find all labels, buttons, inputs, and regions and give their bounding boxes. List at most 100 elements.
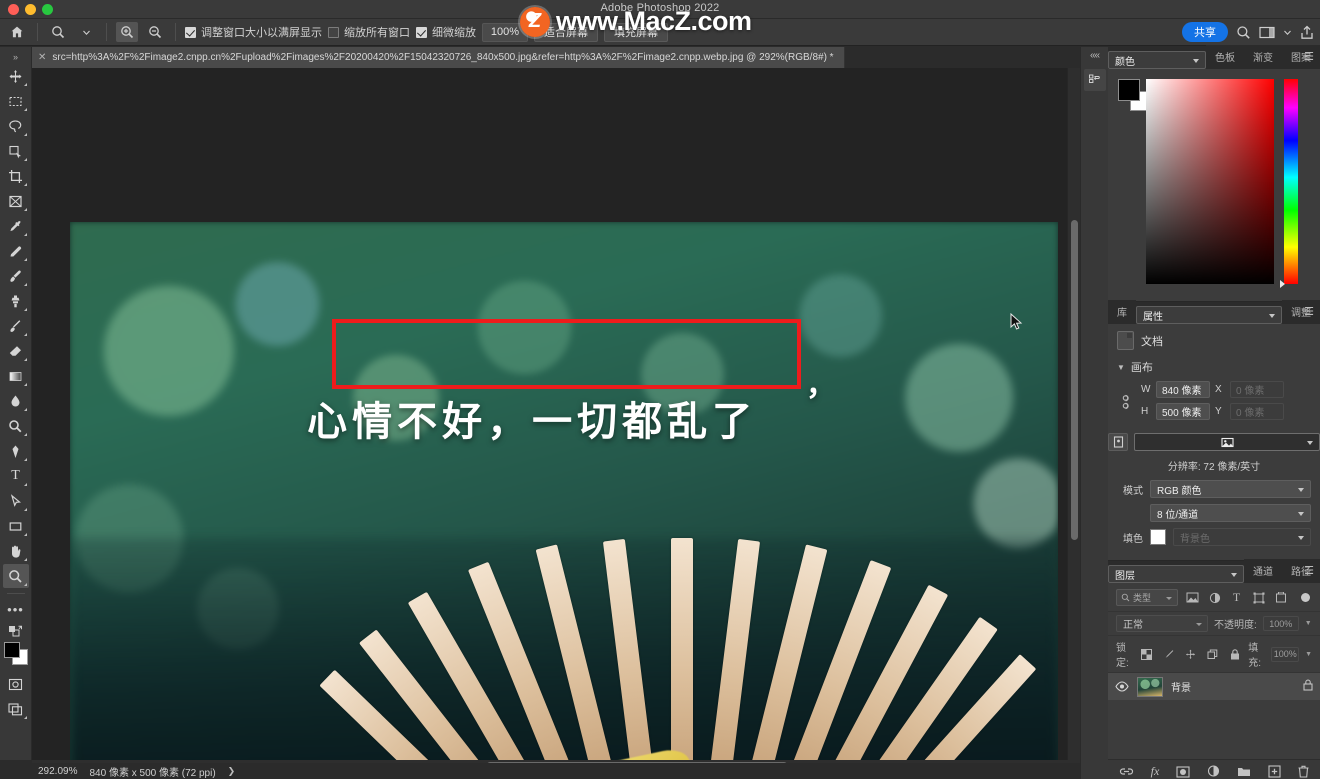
foreground-color-swatch[interactable] (3, 642, 20, 658)
panel-menu-icon[interactable]: ☰ (1304, 566, 1314, 577)
canvas-vertical-scrollbar[interactable] (1067, 68, 1080, 760)
gradient-tool[interactable] (3, 364, 29, 388)
object-selection-tool[interactable] (3, 139, 29, 163)
foreground-color-swatch[interactable] (1118, 79, 1140, 101)
screen-mode-icon[interactable] (3, 697, 29, 721)
layer-name[interactable]: 背景 (1171, 679, 1191, 694)
zoom-tool-icon[interactable] (47, 22, 69, 42)
checkbox-box[interactable] (416, 26, 427, 38)
zoom-in-icon[interactable] (116, 22, 138, 42)
link-dimensions-icon[interactable] (1120, 392, 1132, 412)
lock-image-pixels-icon[interactable] (1161, 647, 1176, 662)
color-panel-body[interactable] (1108, 69, 1320, 301)
checkbox-box[interactable] (328, 26, 339, 38)
fill-color-swatch[interactable] (1150, 529, 1166, 545)
frame-tool[interactable] (3, 189, 29, 213)
new-group-icon[interactable] (1237, 766, 1251, 777)
spot-healing-brush-tool[interactable] (3, 239, 29, 263)
chevron-down-icon[interactable] (1283, 28, 1292, 37)
lasso-tool[interactable] (3, 114, 29, 138)
tab-libraries[interactable]: 库 (1108, 300, 1136, 324)
chevron-down-icon[interactable]: ▼ (1117, 363, 1125, 372)
bit-depth-select[interactable]: 8 位/通道 (1150, 504, 1311, 522)
tab-paths[interactable]: 路径 (1282, 559, 1320, 583)
eye-icon[interactable] (1115, 681, 1129, 692)
ellipsis-icon[interactable]: ••• (3, 598, 29, 622)
history-brush-tool[interactable] (3, 314, 29, 338)
checkbox-box[interactable] (185, 26, 196, 38)
layer-filter-type-select[interactable]: 类型 (1116, 589, 1178, 606)
tab-patterns[interactable]: 图案 (1282, 45, 1320, 69)
rectangular-marquee-tool[interactable] (3, 89, 29, 113)
smart-object-filter-icon[interactable] (1273, 590, 1288, 605)
height-input[interactable]: 500 像素 (1156, 403, 1210, 420)
zoom-level-indicator[interactable]: 292.09% (38, 766, 77, 777)
type-tool[interactable]: T (3, 464, 29, 488)
adjustment-filter-icon[interactable] (1207, 590, 1222, 605)
tab-layers[interactable]: 图层 (1108, 565, 1244, 583)
checkbox-resize-window[interactable]: 调整窗口大小以满屏显示 (185, 24, 322, 40)
y-input[interactable]: 0 像素 (1230, 403, 1284, 420)
lock-position-icon[interactable] (1183, 647, 1198, 662)
lock-transparent-pixels-icon[interactable] (1139, 647, 1154, 662)
pen-tool[interactable] (3, 439, 29, 463)
double-chevron-icon[interactable]: » (13, 51, 18, 64)
pixel-filter-icon[interactable] (1185, 590, 1200, 605)
default-colors-icon[interactable] (3, 623, 29, 639)
landscape-orientation-icon[interactable] (1134, 433, 1320, 451)
fill-value[interactable]: 100% (1271, 646, 1300, 662)
blur-tool[interactable] (3, 389, 29, 413)
adjustment-layer-icon[interactable] (1207, 765, 1220, 778)
tab-channels[interactable]: 通道 (1244, 559, 1282, 583)
color-picker-field[interactable] (1146, 79, 1274, 284)
tab-gradients[interactable]: 渐变 (1244, 45, 1282, 69)
rectangle-tool[interactable] (3, 514, 29, 538)
crop-tool[interactable] (3, 164, 29, 188)
mode-select[interactable]: RGB 颜色 (1150, 480, 1311, 498)
canvas-area[interactable]: ， 心情不好，一切都乱了 (32, 68, 1080, 779)
opacity-value[interactable]: 100% (1262, 616, 1299, 631)
lock-icon[interactable] (1303, 678, 1313, 696)
chevron-down-icon[interactable] (75, 22, 97, 42)
tab-properties[interactable]: 属性 (1136, 306, 1282, 324)
portrait-orientation-icon[interactable] (1108, 433, 1128, 451)
artboard[interactable]: ， 心情不好，一切都乱了 (70, 222, 1058, 779)
zoom-out-icon[interactable] (144, 22, 166, 42)
delete-layer-icon[interactable] (1298, 765, 1309, 778)
hue-slider[interactable] (1280, 79, 1298, 288)
red-annotation-rectangle[interactable] (331, 318, 802, 389)
new-layer-icon[interactable] (1268, 765, 1281, 778)
zoom-value-field[interactable]: 100% (482, 22, 528, 42)
share-button[interactable]: 共享 (1182, 22, 1228, 42)
filter-toggle[interactable] (1301, 593, 1310, 602)
path-selection-tool[interactable] (3, 489, 29, 513)
chevron-down-icon[interactable]: ▼ (1305, 651, 1312, 658)
panel-menu-icon[interactable]: ☰ (1304, 52, 1314, 63)
link-layers-icon[interactable] (1119, 766, 1134, 777)
brush-tool[interactable] (3, 264, 29, 288)
workspace-icon[interactable] (1259, 26, 1275, 39)
chevron-down-icon[interactable]: ▼ (1305, 620, 1312, 627)
tab-color[interactable]: 颜色 (1108, 51, 1206, 69)
collapse-panels-icon[interactable]: «« (1081, 47, 1108, 61)
fill-select[interactable]: 背景色 (1173, 528, 1311, 546)
status-expand-arrow-icon[interactable]: ❯ (228, 766, 236, 777)
shape-filter-icon[interactable] (1251, 590, 1266, 605)
blend-mode-select[interactable]: 正常 (1116, 615, 1208, 632)
quick-mask-icon[interactable] (3, 672, 29, 696)
eyedropper-tool[interactable] (3, 214, 29, 238)
share-icon[interactable] (1300, 25, 1314, 40)
fill-screen-button[interactable]: 填充屏幕 (604, 22, 668, 42)
layer-row[interactable]: 背景 (1108, 672, 1320, 700)
color-swatches[interactable] (3, 642, 29, 666)
lock-artboard-icon[interactable] (1205, 647, 1220, 662)
lock-all-icon[interactable] (1227, 647, 1242, 662)
zoom-tool[interactable] (2, 564, 29, 588)
x-input[interactable]: 0 像素 (1230, 381, 1284, 398)
move-tool[interactable] (3, 64, 29, 88)
clone-stamp-tool[interactable] (3, 289, 29, 313)
tab-adjustments[interactable]: 调整 (1282, 300, 1320, 324)
dodge-tool[interactable] (3, 414, 29, 438)
eraser-tool[interactable] (3, 339, 29, 363)
home-icon[interactable] (6, 22, 28, 42)
